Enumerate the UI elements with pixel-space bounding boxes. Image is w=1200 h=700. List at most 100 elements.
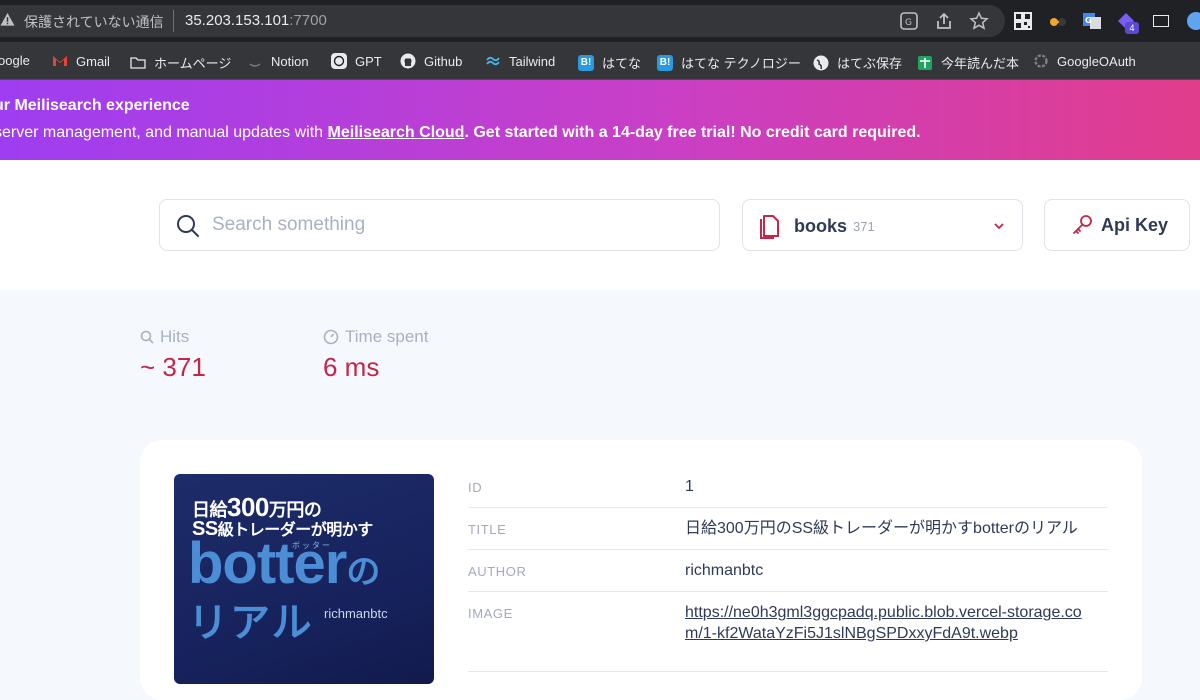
index-select[interactable]: books 371 [742, 199, 1023, 251]
bookmark-google[interactable]: oogle [0, 53, 30, 68]
banner-text: server management, and manual updates wi… [0, 124, 921, 142]
insecure-label[interactable]: 保護されていない通信 [24, 12, 164, 32]
chevron-down-icon [994, 223, 1004, 230]
github-icon [400, 53, 416, 69]
gmail-icon [53, 56, 67, 66]
field-row-title: TITLE 日給300万円のSS級トレーダーが明かすbotterのリアル [468, 508, 1108, 550]
cover-title-suffix: の [346, 553, 380, 591]
bookmark-label: oogle [0, 53, 30, 68]
cloud-promo-banner: ur Meilisearch experience server managem… [0, 80, 1200, 160]
field-row-author: AUTHOR richmanbtc [468, 550, 1108, 592]
svg-text:G: G [1085, 16, 1092, 25]
bookmark-label: はてな テクノロジー [681, 56, 801, 71]
hatena-icon: B! [578, 54, 594, 71]
url-port: :7700 [289, 12, 327, 29]
extension-badge: 4 [1125, 22, 1139, 34]
search-icon [140, 330, 154, 344]
api-key-label: Api Key [1101, 215, 1169, 235]
banner-title: ur Meilisearch experience [0, 97, 190, 114]
extension-with-badge[interactable]: 4 [1116, 11, 1139, 34]
bookmark-tailwind[interactable]: Tailwind [485, 53, 555, 69]
openai-icon [331, 53, 347, 69]
field-value: richmanbtc [685, 562, 764, 579]
banner-text-before: server management, and manual updates wi… [0, 124, 328, 141]
bookmark-label: GoogleOAuth [1057, 53, 1136, 69]
notion-icon [249, 63, 261, 67]
cover-title: botterの [188, 530, 380, 597]
hits-label: Hits [160, 327, 190, 346]
bookmark-github[interactable]: Github [400, 53, 462, 69]
warning-icon[interactable] [0, 12, 15, 27]
url-text[interactable]: 35.203.153.101:7700 [185, 12, 327, 29]
translate-icon[interactable]: G [899, 11, 919, 31]
url-separator [173, 10, 174, 32]
qr-extension-icon[interactable] [1013, 11, 1033, 31]
book-cover-image: 日給300万円の SS級トレーダーが明かす ボッター botterの リアル r… [174, 474, 434, 684]
bookmark-gmail[interactable]: Gmail [52, 53, 110, 69]
bookmark-hatena[interactable]: B! はてな [578, 53, 641, 72]
field-value: 1 [685, 478, 694, 495]
bookmark-notion[interactable]: Notion [247, 53, 309, 69]
tailwind-icon [486, 56, 500, 66]
file-icon [760, 215, 779, 239]
field-row-id: ID 1 [468, 466, 1108, 508]
field-key: ID [468, 480, 483, 495]
google-translate-icon[interactable]: G [1082, 11, 1102, 31]
bookmark-label: ホームページ [154, 56, 232, 71]
bookmark-label: はてぶ保存 [837, 56, 903, 71]
meilisearch-cloud-link[interactable]: Meilisearch Cloud [328, 124, 465, 141]
bookmark-books-this-year[interactable]: 今年読んだ本 [917, 53, 1019, 72]
field-key: TITLE [468, 522, 507, 537]
bookmark-hatebu-save[interactable]: はてぶ保存 [813, 53, 902, 72]
image-url-link[interactable]: https://ne0h3gml3ggcpadq.public.blob.ver… [685, 602, 1095, 644]
gear-icon [1034, 54, 1048, 68]
bookmark-label: Tailwind [509, 53, 556, 69]
browser-url-bar: 保護されていない通信 35.203.153.101:7700 G G 4 [0, 0, 1200, 42]
cover-title-text: botter [188, 531, 347, 596]
search-header: books 371 Api Key [0, 160, 1200, 290]
hatena-icon: B! [657, 54, 673, 71]
search-input[interactable] [212, 210, 702, 240]
hits-value: ~ 371 [140, 352, 206, 382]
time-label: Time spent [345, 327, 429, 346]
bookmark-label: GPT [355, 53, 382, 69]
bookmark-google-oauth[interactable]: GoogleOAuth [1033, 53, 1136, 69]
speedometer-icon [323, 329, 339, 345]
bookmark-label: Notion [271, 53, 309, 69]
bookmark-label: Github [424, 53, 463, 69]
svg-text:G: G [905, 18, 912, 28]
result-card: 日給300万円の SS級トレーダーが明かす ボッター botterの リアル r… [140, 440, 1142, 700]
bookmark-label: 今年読んだ本 [941, 56, 1020, 71]
hits-stat-label: Hits [140, 327, 189, 347]
bookmark-label: Gmail [76, 53, 110, 69]
share-icon[interactable] [934, 11, 954, 31]
time-value: 6 ms [323, 352, 380, 382]
bookmark-homepage[interactable]: ホームページ [130, 53, 231, 72]
terminal-icon[interactable] [1151, 11, 1171, 31]
search-icon [177, 215, 199, 237]
sheets-icon [918, 55, 932, 70]
url-host: 35.203.153.101 [185, 12, 290, 29]
bookmark-label: はてな [602, 56, 642, 71]
api-key-button[interactable]: Api Key [1044, 199, 1190, 251]
field-row-image: IMAGE https://ne0h3gml3ggcpadq.public.bl… [468, 592, 1108, 672]
cover-author: richmanbtc [324, 606, 388, 621]
index-document-count: 371 [853, 219, 875, 234]
bookmarks-bar: oogle Gmail ホームページ Notion GPT Github Tai… [0, 42, 1200, 80]
key-icon [1073, 215, 1092, 234]
folder-icon [130, 56, 146, 69]
field-key: IMAGE [468, 606, 513, 621]
globe-icon [813, 55, 829, 70]
index-name: books [794, 216, 848, 236]
bookmark-star-icon[interactable] [969, 11, 989, 31]
field-key: AUTHOR [468, 564, 527, 579]
bookmark-gpt[interactable]: GPT [331, 53, 382, 69]
field-value: 日給300万円のSS級トレーダーが明かすbotterのリアル [685, 520, 1078, 537]
search-box[interactable] [159, 199, 720, 251]
banner-text-after: . Get started with a 14-day free trial! … [464, 124, 921, 141]
glasses-extension-icon[interactable] [1048, 11, 1068, 31]
profile-icon[interactable] [1186, 11, 1200, 31]
bookmark-hatena-tech[interactable]: B! はてな テクノロジー [657, 53, 801, 72]
time-stat-label: Time spent [323, 327, 428, 347]
cover-subtitle: リアル [188, 601, 314, 645]
